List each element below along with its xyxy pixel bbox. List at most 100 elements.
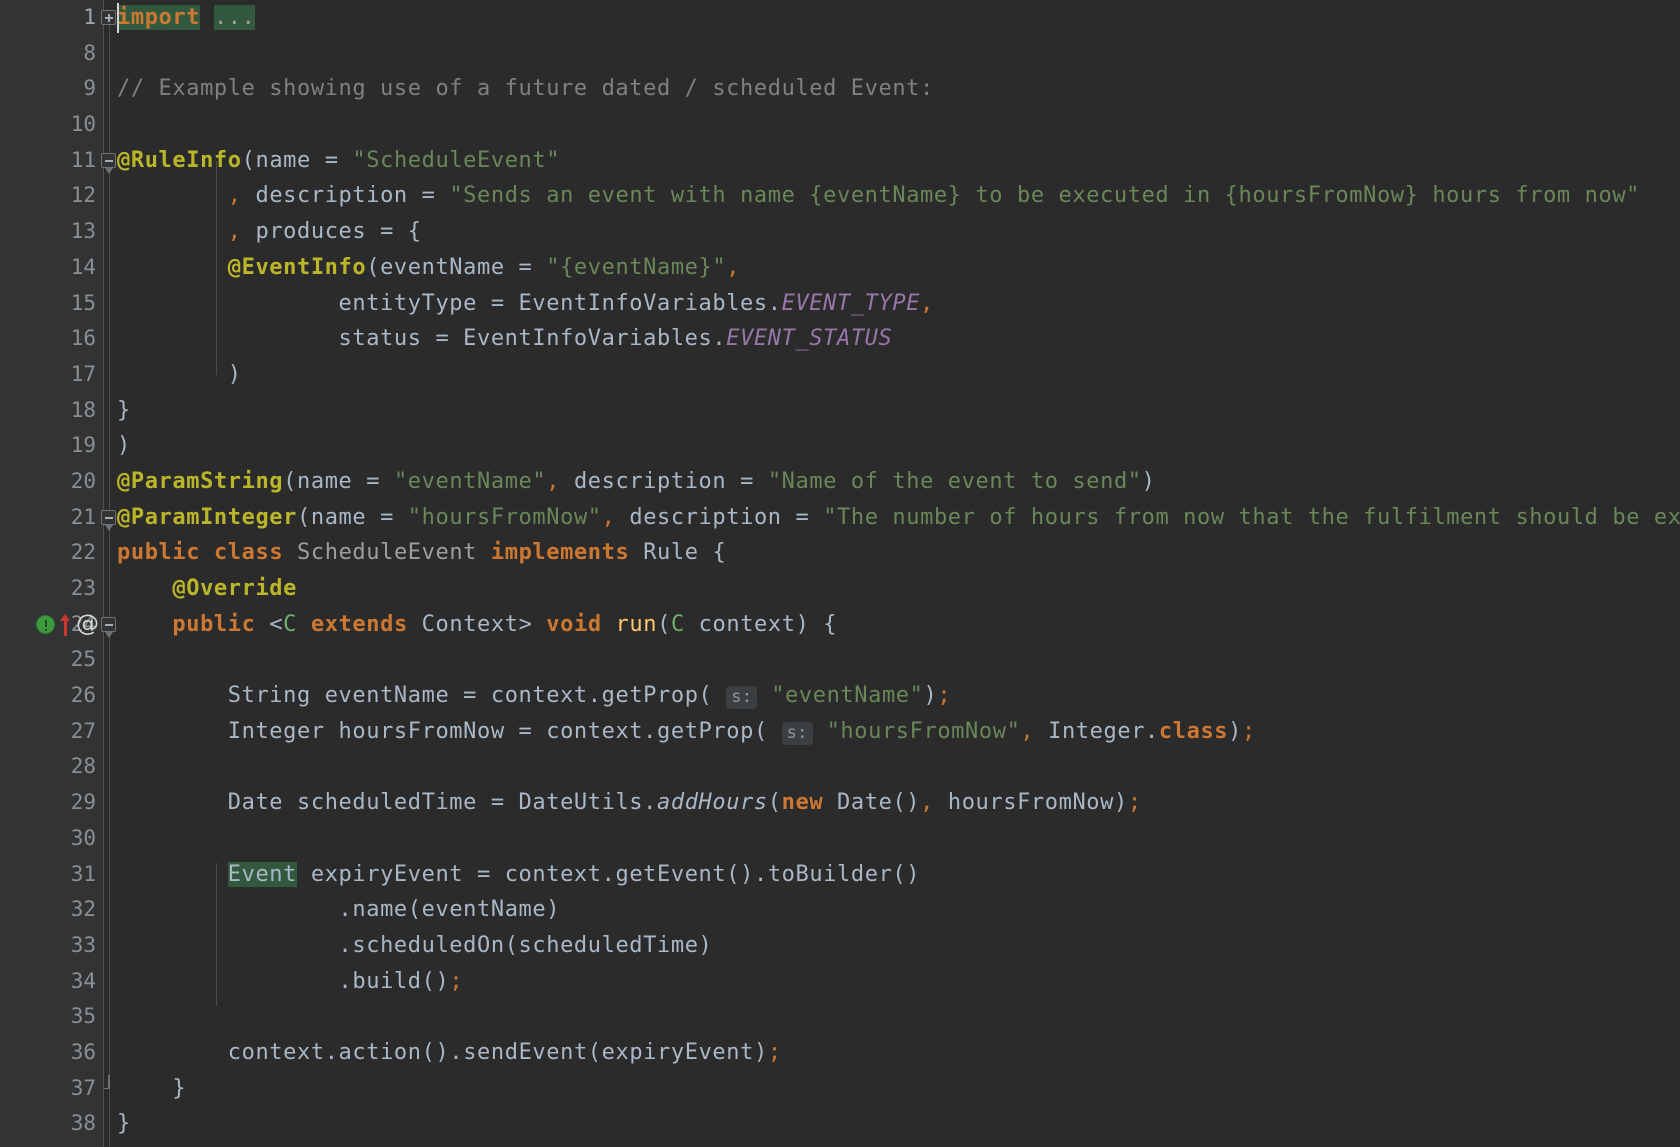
gutter-line-24[interactable]: @24: [0, 607, 104, 643]
gutter-line-11[interactable]: 11: [0, 143, 104, 179]
code-line-20[interactable]: @ParamString(name = "eventName", descrip…: [117, 464, 1680, 500]
gutter-line-1[interactable]: 1: [0, 0, 104, 36]
gutter-line-21[interactable]: 21: [0, 500, 104, 536]
code-line-28[interactable]: [117, 749, 1680, 785]
code-line-11[interactable]: @RuleInfo(name = "ScheduleEvent": [117, 143, 1680, 179]
code-line-37[interactable]: }: [117, 1071, 1680, 1107]
code-line-13[interactable]: , produces = {: [117, 214, 1680, 250]
gutter-line-18[interactable]: 18: [0, 393, 104, 429]
gutter-line-20[interactable]: 20: [0, 464, 104, 500]
code-token: ) {: [796, 612, 838, 637]
gutter-line-23[interactable]: 23: [0, 571, 104, 607]
gutter-line-14[interactable]: 14: [0, 250, 104, 286]
code-token: String: [228, 683, 311, 708]
code-line-8[interactable]: [117, 36, 1680, 72]
gutter-line-31[interactable]: 31: [0, 857, 104, 893]
code-line-24[interactable]: public <C extends Context> void run(C co…: [117, 607, 1680, 643]
code-token: action: [339, 1040, 422, 1065]
code-token: extends: [311, 612, 408, 637]
code-line-34[interactable]: .build();: [117, 964, 1680, 1000]
code-line-31[interactable]: Event expiryEvent = context.getEvent().t…: [117, 857, 1680, 893]
code-token: scheduledTime: [519, 933, 699, 958]
code-line-30[interactable]: [117, 821, 1680, 857]
gutter-line-25[interactable]: 25: [0, 642, 104, 678]
line-number: 8: [83, 36, 96, 72]
code-token: s:: [782, 722, 813, 745]
code-line-26[interactable]: String eventName = context.getProp( s: "…: [117, 678, 1680, 714]
line-number: 34: [71, 964, 96, 1000]
at-symbol-icon[interactable]: @: [76, 613, 99, 636]
code-line-19[interactable]: ): [117, 428, 1680, 464]
inspection-ok-icon[interactable]: [36, 615, 55, 634]
gutter-line-32[interactable]: 32: [0, 892, 104, 928]
code-token: Date: [228, 790, 283, 815]
gutter-line-34[interactable]: 34: [0, 964, 104, 1000]
gutter-line-16[interactable]: 16: [0, 321, 104, 357]
code-token: =: [366, 505, 408, 530]
code-line-38[interactable]: }: [117, 1106, 1680, 1142]
gutter-line-28[interactable]: 28: [0, 749, 104, 785]
gutter-line-37[interactable]: 37: [0, 1071, 104, 1107]
code-line-1[interactable]: import ...: [117, 0, 1680, 36]
gutter-line-27[interactable]: 27: [0, 714, 104, 750]
code-token: [200, 540, 214, 565]
code-line-14[interactable]: @EventInfo(eventName = "{eventName}",: [117, 250, 1680, 286]
gutter-line-33[interactable]: 33: [0, 928, 104, 964]
code-line-25[interactable]: [117, 642, 1680, 678]
line-number: 38: [71, 1106, 96, 1142]
code-token: [629, 540, 643, 565]
gutter-line-19[interactable]: 19: [0, 428, 104, 464]
code-editor[interactable]: 1891011121314151617181920212223@24252627…: [0, 0, 1680, 1147]
code-line-17[interactable]: ): [117, 357, 1680, 393]
gutter-line-36[interactable]: 36: [0, 1035, 104, 1071]
code-line-10[interactable]: [117, 107, 1680, 143]
fold-collapse-minus-icon[interactable]: [101, 617, 116, 632]
code-line-32[interactable]: .name(eventName): [117, 892, 1680, 928]
gutter-line-12[interactable]: 12: [0, 178, 104, 214]
gutter-line-30[interactable]: 30: [0, 821, 104, 857]
line-number: 16: [71, 321, 96, 357]
code-line-29[interactable]: Date scheduledTime = DateUtils.addHours(…: [117, 785, 1680, 821]
gutter-line-8[interactable]: 8: [0, 36, 104, 72]
code-token: void: [546, 612, 601, 637]
gutter-icon-group[interactable]: @: [36, 612, 99, 638]
code-token: hoursFromNow: [934, 790, 1114, 815]
code-token: (: [366, 255, 380, 280]
gutter-line-9[interactable]: 9: [0, 71, 104, 107]
gutter-line-35[interactable]: 35: [0, 999, 104, 1035]
code-content[interactable]: import ... // Example showing use of a f…: [104, 0, 1680, 1142]
gutter-line-17[interactable]: 17: [0, 357, 104, 393]
code-token: .: [339, 897, 353, 922]
code-token: class: [1159, 719, 1228, 744]
overriding-method-icon[interactable]: [59, 614, 72, 636]
gutter-line-29[interactable]: 29: [0, 785, 104, 821]
gutter-line-26[interactable]: 26: [0, 678, 104, 714]
line-number: 11: [71, 143, 96, 179]
code-line-35[interactable]: [117, 999, 1680, 1035]
gutter-line-10[interactable]: 10: [0, 107, 104, 143]
code-line-9[interactable]: // Example showing use of a future dated…: [117, 71, 1680, 107]
code-line-21[interactable]: @ParamInteger(name = "hoursFromNow", des…: [117, 500, 1680, 536]
code-viewport[interactable]: import ... // Example showing use of a f…: [104, 0, 1680, 1147]
code-token: ,: [1020, 719, 1034, 744]
gutter-line-38[interactable]: 38: [0, 1106, 104, 1142]
code-line-16[interactable]: status = EventInfoVariables.EVENT_STATUS: [117, 321, 1680, 357]
code-line-12[interactable]: , description = "Sends an event with nam…: [117, 178, 1680, 214]
fold-collapse-minus-icon[interactable]: [101, 153, 116, 168]
code-line-27[interactable]: Integer hoursFromNow = context.getProp( …: [117, 714, 1680, 750]
code-line-33[interactable]: .scheduledOn(scheduledTime): [117, 928, 1680, 964]
code-line-15[interactable]: entityType = EventInfoVariables.EVENT_TY…: [117, 286, 1680, 322]
code-line-18[interactable]: }: [117, 393, 1680, 429]
code-token: ): [1228, 719, 1242, 744]
editor-gutter[interactable]: 1891011121314151617181920212223@24252627…: [0, 0, 104, 1147]
fold-collapse-minus-icon[interactable]: [101, 510, 116, 525]
fold-expand-plus-icon[interactable]: [101, 10, 116, 25]
code-token: ): [699, 933, 713, 958]
gutter-line-13[interactable]: 13: [0, 214, 104, 250]
code-line-22[interactable]: public class ScheduleEvent implements Ru…: [117, 535, 1680, 571]
code-token: [823, 790, 837, 815]
gutter-line-15[interactable]: 15: [0, 286, 104, 322]
code-line-36[interactable]: context.action().sendEvent(expiryEvent);: [117, 1035, 1680, 1071]
gutter-line-22[interactable]: 22: [0, 535, 104, 571]
code-line-23[interactable]: @Override: [117, 571, 1680, 607]
